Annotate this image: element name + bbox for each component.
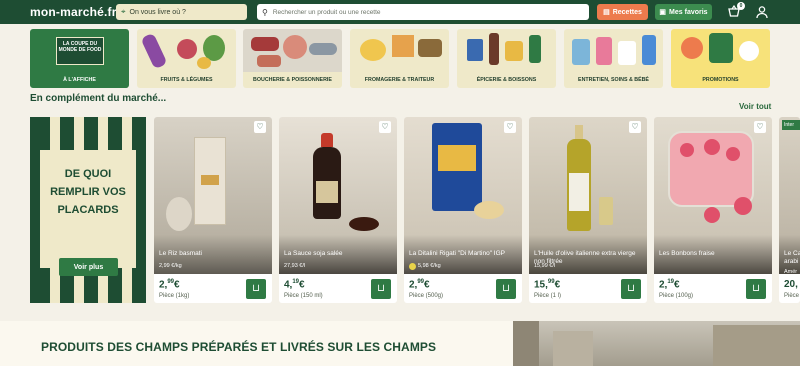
category-label: Boucherie & Poissonnerie bbox=[243, 72, 342, 88]
basket-icon: ⊔ bbox=[752, 283, 760, 294]
basket-icon: ⊔ bbox=[377, 283, 385, 294]
category-image bbox=[137, 29, 236, 72]
category-fruits-legumes[interactable]: Fruits & Légumes bbox=[137, 29, 236, 88]
product-card[interactable]: Les Bonbons fraise ♡ 2,19€ Pièce (100g) … bbox=[654, 117, 772, 303]
heart-icon[interactable]: ♡ bbox=[629, 121, 641, 133]
banner-title: Produits des champs préparés et livrés s… bbox=[41, 340, 437, 354]
add-to-basket-button[interactable]: ⊔ bbox=[496, 279, 516, 299]
category-entretien-soins-bebe[interactable]: Entretien, soins & bébé bbox=[564, 29, 663, 88]
product-name: Le Ca arabi bbox=[784, 250, 800, 265]
product-tag: Inter bbox=[782, 120, 800, 130]
category-image bbox=[671, 29, 770, 72]
site-logo[interactable]: mon-marché.fr bbox=[30, 5, 117, 19]
category-image: LA COUPE DU MONDE DE FOOD bbox=[30, 29, 129, 72]
category-label: À l'affiche bbox=[30, 72, 129, 88]
category-image-text: LA COUPE DU MONDE DE FOOD bbox=[58, 41, 102, 53]
product-price: 15,99€ bbox=[534, 279, 561, 291]
category-strip: LA COUPE DU MONDE DE FOOD À l'affiche Fr… bbox=[30, 29, 772, 89]
product-card[interactable]: La Sauce soja salée 27,93 €/l ♡ 4,19€ Pi… bbox=[279, 117, 397, 303]
category-label: Épicerie & Boissons bbox=[457, 72, 556, 88]
category-label: Fruits & Légumes bbox=[137, 72, 236, 88]
product-card[interactable]: La Ditalini Rigati "Di Martino" IGP 5,98… bbox=[404, 117, 522, 303]
product-unit-price: 5,98 €/kg bbox=[418, 263, 441, 269]
basket-icon: ⊔ bbox=[252, 283, 260, 294]
search-placeholder: Rechercher un produit ou une recette bbox=[272, 8, 381, 16]
map-pin-icon: ⌖ bbox=[121, 7, 126, 16]
category-label: Fromagerie & Traiteur bbox=[350, 72, 449, 88]
category-image bbox=[350, 29, 449, 72]
cart-count-badge: 0 bbox=[737, 2, 745, 10]
category-a-l-affiche[interactable]: LA COUPE DU MONDE DE FOOD À l'affiche bbox=[30, 29, 129, 88]
product-unit-price: 2,99 €/kg bbox=[159, 263, 182, 269]
product-name: Le Riz basmati bbox=[159, 250, 202, 257]
heart-icon[interactable]: ♡ bbox=[504, 121, 516, 133]
category-image bbox=[243, 29, 342, 72]
search-input[interactable]: ⚲ Rechercher un produit ou une recette bbox=[257, 4, 589, 20]
igp-label-icon bbox=[409, 263, 416, 270]
add-to-basket-button[interactable]: ⊔ bbox=[371, 279, 391, 299]
product-card-partial[interactable]: Le Ca arabi Amér 20,59 20, Pièce bbox=[779, 117, 800, 303]
category-image bbox=[564, 29, 663, 72]
category-promotions[interactable]: Promotions bbox=[671, 29, 770, 88]
address-placeholder: On vous livre où ? bbox=[129, 8, 186, 16]
basket-icon: ⊔ bbox=[502, 283, 510, 294]
product-name: La Ditalini Rigati "Di Martino" IGP bbox=[409, 250, 506, 257]
promo-tile[interactable]: De quoi remplir vos placards Voir plus bbox=[30, 117, 146, 303]
product-quantity: Pièce (1kg) bbox=[159, 293, 190, 299]
add-to-basket-button[interactable]: ⊔ bbox=[621, 279, 641, 299]
see-more-button[interactable]: Voir plus bbox=[59, 258, 118, 276]
category-label: Entretien, soins & bébé bbox=[564, 72, 663, 88]
product-price: 20, bbox=[784, 279, 798, 290]
recipes-button[interactable]: ▤ Recettes bbox=[597, 4, 648, 20]
product-quantity: Pièce (1 l) bbox=[534, 293, 562, 299]
category-label: Promotions bbox=[671, 72, 770, 88]
search-icon: ⚲ bbox=[262, 7, 268, 17]
product-unit-price: 27,93 €/l bbox=[284, 263, 306, 269]
product-quantity: Pièce (500g) bbox=[409, 293, 444, 299]
banner-image bbox=[513, 321, 800, 366]
favorites-icon: ▣ bbox=[659, 9, 667, 16]
product-name: Les Bonbons fraise bbox=[659, 250, 715, 257]
product-price: 2,99€ bbox=[409, 279, 430, 291]
add-to-basket-button[interactable]: ⊔ bbox=[246, 279, 266, 299]
product-name: La Sauce soja salée bbox=[284, 250, 343, 257]
category-epicerie-boissons[interactable]: Épicerie & Boissons bbox=[457, 29, 556, 88]
category-image bbox=[457, 29, 556, 72]
heart-icon[interactable]: ♡ bbox=[379, 121, 391, 133]
promo-text: De quoi remplir vos placards bbox=[50, 168, 126, 216]
favorites-button[interactable]: ▣ Mes favoris bbox=[655, 4, 712, 20]
product-price: 2,99€ bbox=[159, 279, 180, 291]
user-account-icon[interactable] bbox=[755, 5, 769, 19]
recipe-icon: ▤ bbox=[603, 9, 610, 16]
see-all-link[interactable]: Voir tout bbox=[739, 102, 771, 111]
basket-icon: ⊔ bbox=[627, 283, 635, 294]
product-card[interactable]: Le Riz basmati 2,99 €/kg ♡ 2,99€ Pièce (… bbox=[154, 117, 272, 303]
product-quantity: Pièce bbox=[784, 293, 800, 299]
product-price: 2,19€ bbox=[659, 279, 680, 291]
section-title: En complément du marché... bbox=[30, 93, 167, 104]
category-fromagerie-traiteur[interactable]: Fromagerie & Traiteur bbox=[350, 29, 449, 88]
product-unit-price: 15,99 €/l bbox=[534, 263, 556, 269]
delivery-address-selector[interactable]: ⌖ On vous livre où ? bbox=[116, 4, 247, 20]
add-to-basket-button[interactable]: ⊔ bbox=[746, 279, 766, 299]
heart-icon[interactable]: ♡ bbox=[754, 121, 766, 133]
category-boucherie-poissonnerie[interactable]: Boucherie & Poissonnerie bbox=[243, 29, 342, 88]
product-quantity: Pièce (150 ml) bbox=[284, 293, 323, 299]
heart-icon[interactable]: ♡ bbox=[254, 121, 266, 133]
product-price: 4,19€ bbox=[284, 279, 305, 291]
product-quantity: Pièce (100g) bbox=[659, 293, 694, 299]
product-card[interactable]: L'Huile d'olive italienne extra vierge n… bbox=[529, 117, 647, 303]
